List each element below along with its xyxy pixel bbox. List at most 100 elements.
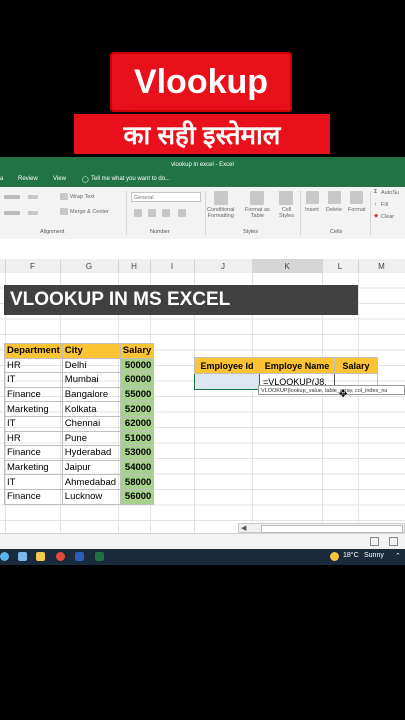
tab-review[interactable]: Review	[18, 176, 38, 182]
header-department[interactable]: Department	[4, 343, 63, 359]
tab-partial[interactable]: a	[0, 176, 3, 182]
chrome-icon[interactable]	[56, 552, 65, 561]
city-cell[interactable]: Lucknow	[61, 488, 121, 505]
department-cell[interactable]: Marketing	[4, 401, 63, 417]
merge-center-button[interactable]: Merge & Center	[70, 209, 109, 215]
cell-styles-button[interactable]: Cell Styles	[279, 207, 294, 219]
city-cell[interactable]: Bangalore	[61, 386, 121, 403]
status-bar	[0, 533, 405, 550]
city-cell[interactable]: Ahmedabad	[61, 474, 121, 490]
salary-cell[interactable]: 55000	[119, 386, 155, 403]
department-cell[interactable]: IT	[4, 372, 63, 388]
conditional-formatting-button[interactable]: Conditional Formatting	[207, 207, 235, 219]
department-cell[interactable]: IT	[4, 415, 63, 432]
percent-icon[interactable]	[148, 209, 156, 217]
department-cell[interactable]: HR	[4, 357, 63, 374]
fill-button[interactable]: Fill	[381, 202, 388, 208]
delete-button[interactable]: Delete	[326, 207, 342, 213]
page-layout-icon[interactable]	[389, 537, 398, 546]
employee-id-cell[interactable]	[194, 373, 260, 390]
clear-button[interactable]: Clear	[381, 214, 394, 220]
salary-cell[interactable]: 52000	[119, 401, 155, 417]
column-header-l[interactable]: L	[322, 259, 359, 273]
scroll-thumb[interactable]	[261, 525, 403, 533]
column-header-f[interactable]: F	[5, 259, 61, 273]
insert-button[interactable]: Insert	[305, 207, 319, 213]
department-cell[interactable]: Finance	[4, 488, 63, 505]
comma-icon[interactable]	[162, 209, 170, 217]
salary-cell[interactable]: 60000	[119, 372, 155, 388]
salary-cell[interactable]: 58000	[119, 474, 155, 490]
excel-window: vlookup in excel - Excel a Review View ◯…	[0, 157, 405, 565]
city-cell[interactable]: Delhi	[61, 357, 121, 374]
ribbon-tabs: a Review View ◯ Tell me what you want to…	[0, 173, 405, 187]
format-as-table-button[interactable]: Format as Table	[245, 207, 270, 219]
column-header-i[interactable]: I	[150, 259, 195, 273]
file-explorer-icon[interactable]	[36, 552, 45, 561]
chevron-up-icon[interactable]: ⌃	[395, 552, 401, 560]
salary-cell[interactable]: 50000	[119, 357, 155, 374]
header-salary[interactable]: Salary	[119, 343, 155, 359]
excel-taskbar-icon[interactable]	[95, 552, 104, 561]
sun-icon	[330, 552, 339, 561]
currency-icon[interactable]	[134, 209, 142, 217]
number-format-select[interactable]: General	[131, 192, 201, 202]
city-cell[interactable]: Mumbai	[61, 372, 121, 388]
column-header-m[interactable]: M	[358, 259, 405, 273]
column-header-k[interactable]: K	[252, 259, 323, 273]
city-cell[interactable]: Jaipur	[61, 459, 121, 476]
wrap-text-button[interactable]: Wrap Text	[70, 194, 95, 200]
tab-view[interactable]: View	[53, 176, 66, 182]
normal-view-icon[interactable]	[370, 537, 379, 546]
city-cell[interactable]: Kolkata	[61, 401, 121, 417]
task-view-icon[interactable]	[18, 552, 27, 561]
department-cell[interactable]: IT	[4, 474, 63, 490]
align-icon[interactable]	[4, 211, 20, 215]
header-city[interactable]: City	[61, 343, 121, 359]
city-cell[interactable]: Chennai	[61, 415, 121, 432]
header-employee-id[interactable]: Employee Id	[194, 357, 260, 374]
divider	[300, 191, 301, 235]
indent-icon[interactable]	[28, 211, 38, 215]
autosum-button[interactable]: AutoSu	[381, 190, 399, 196]
align-icon[interactable]	[4, 195, 20, 199]
video-subtitle-banner: का सही इस्तेमाल	[74, 114, 330, 154]
column-header-h[interactable]: H	[118, 259, 151, 273]
video-title-banner: Vlookup	[110, 52, 292, 112]
city-cell[interactable]: Pune	[61, 430, 121, 447]
column-header-g[interactable]: G	[60, 259, 119, 273]
formula-bar[interactable]	[0, 239, 405, 260]
salary-cell[interactable]: 56000	[119, 488, 155, 505]
salary-cell[interactable]: 54000	[119, 459, 155, 476]
department-cell[interactable]: HR	[4, 430, 63, 447]
salary-cell[interactable]: 62000	[119, 415, 155, 432]
city-cell[interactable]: Hyderabad	[61, 445, 121, 461]
salary-cell[interactable]: 53000	[119, 445, 155, 461]
function-tooltip: VLOOKUP(lookup_value, table_array, col_i…	[258, 385, 405, 395]
cell-styles-icon	[279, 191, 293, 205]
tell-me-search[interactable]: Tell me what you want to do...	[91, 176, 170, 182]
search-icon[interactable]	[0, 552, 9, 561]
wrap-text-icon	[60, 193, 68, 200]
table-row: Finance Bangalore 55000	[4, 386, 155, 403]
decimal-icon[interactable]	[178, 209, 186, 217]
scroll-left-icon[interactable]: ◀	[241, 524, 246, 532]
format-as-table-icon	[250, 191, 264, 205]
horizontal-scrollbar[interactable]: ◀	[238, 523, 405, 533]
indent-icon[interactable]	[28, 195, 38, 199]
table-header-row: Department City Salary	[4, 343, 155, 359]
group-label-number: Number	[150, 229, 170, 235]
windows-taskbar: 18°C Sunny ⌃	[0, 549, 405, 565]
column-header-j[interactable]: J	[194, 259, 253, 273]
insert-icon	[306, 191, 319, 204]
department-cell[interactable]: Finance	[4, 445, 63, 461]
department-cell[interactable]: Finance	[4, 386, 63, 403]
lookup-header-row: Employee Id Employe Name Salary	[194, 357, 378, 374]
word-icon[interactable]	[75, 552, 84, 561]
header-lookup-salary[interactable]: Salary	[334, 357, 378, 374]
format-icon	[350, 191, 363, 204]
format-button[interactable]: Format	[348, 207, 365, 213]
header-employee-name[interactable]: Employe Name	[259, 357, 335, 374]
department-cell[interactable]: Marketing	[4, 459, 63, 476]
salary-cell[interactable]: 51000	[119, 430, 155, 447]
